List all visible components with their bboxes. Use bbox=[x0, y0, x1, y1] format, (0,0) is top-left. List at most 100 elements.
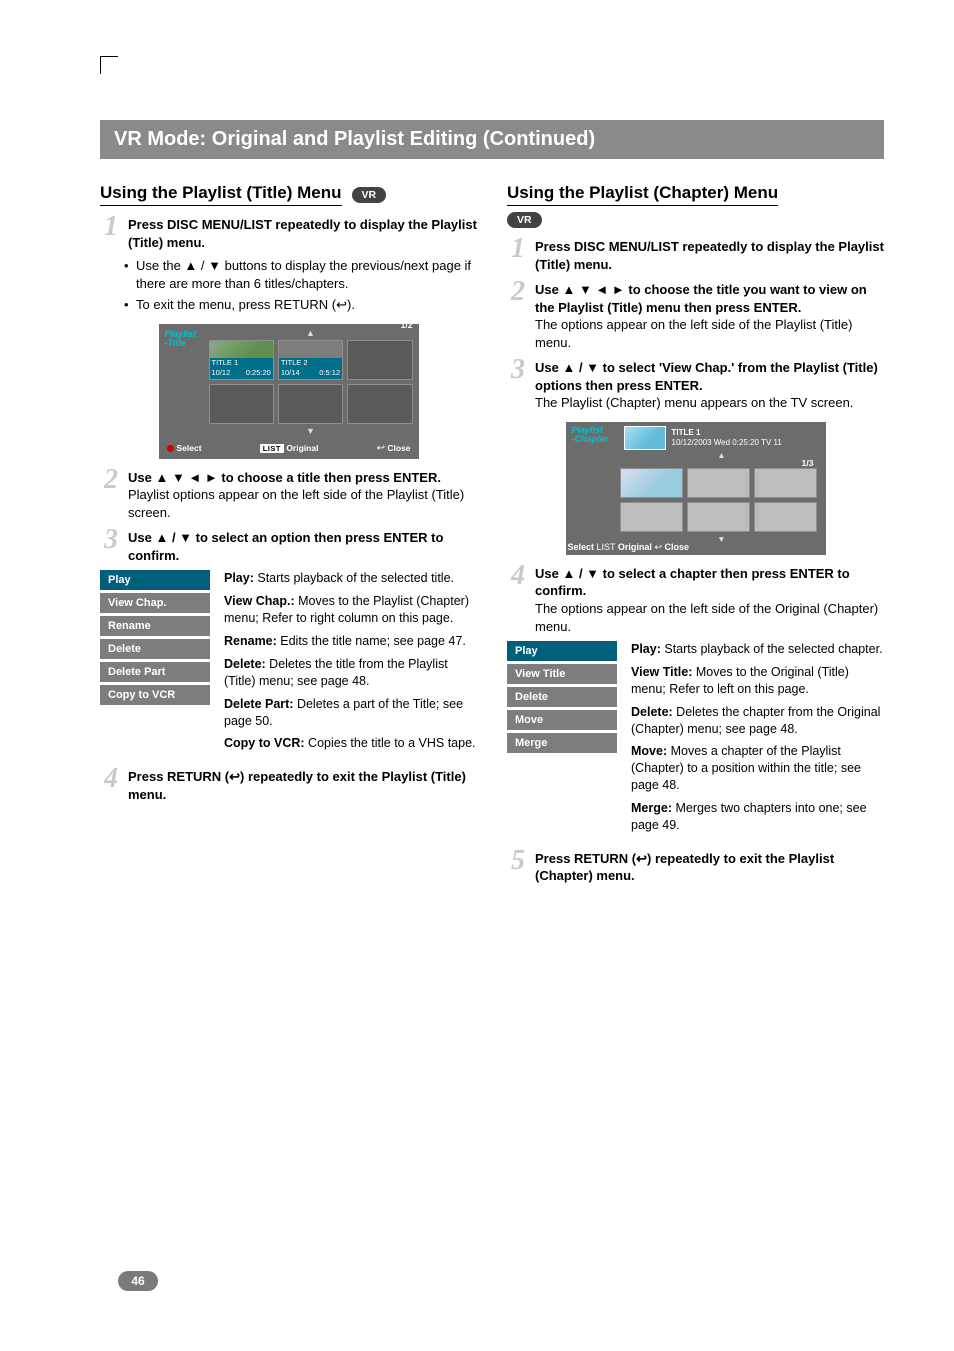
menu-item-delete: Delete bbox=[100, 639, 210, 659]
thumb-meta: 10/12 0:25:20 bbox=[210, 368, 273, 378]
step-4-body: Use ▲ / ▼ to select a chapter then press… bbox=[535, 565, 884, 635]
osd-header: Playlist -Title 1/2 ▲ TITLE 1 bbox=[161, 326, 417, 440]
menu-item-delete-part: Delete Part bbox=[100, 662, 210, 682]
osd2-header-thumb bbox=[624, 426, 666, 450]
step-4-lead: Use ▲ / ▼ to select a chapter then press… bbox=[535, 566, 850, 599]
right-options-row: Play View Title Delete Move Merge Play: … bbox=[507, 641, 884, 840]
menu-item-copy-to-vcr: Copy to VCR bbox=[100, 685, 210, 705]
desc-key: Copy to VCR: bbox=[224, 736, 305, 750]
vr-badge: VR bbox=[352, 187, 387, 203]
step-number-1: 1 bbox=[507, 238, 529, 273]
menu-item-delete: Delete bbox=[507, 687, 617, 707]
menu-item-move: Move bbox=[507, 710, 617, 730]
step-2-text: The options appear on the left side of t… bbox=[535, 317, 852, 350]
step-5-lead: Press RETURN (↩) repeatedly to exit the … bbox=[535, 851, 834, 884]
osd-footer: Select LIST Original ↩ Close bbox=[161, 440, 417, 457]
thumbnail-image bbox=[279, 341, 342, 359]
osd-thumb-1: TITLE 1 10/12 0:25:20 bbox=[209, 340, 274, 380]
desc-key: Play: bbox=[631, 642, 661, 656]
menu-item-view-title: View Title bbox=[507, 664, 617, 684]
osd-thumb-empty bbox=[278, 384, 343, 424]
step-2-lead: Use ▲ ▼ ◄ ► to choose a title then press… bbox=[128, 470, 441, 485]
step-1-body: Press DISC MENU/LIST repeatedly to displ… bbox=[535, 238, 884, 273]
close-label: Close bbox=[387, 443, 410, 453]
scroll-up-icon: ▲ bbox=[209, 330, 413, 336]
step-number-3: 3 bbox=[100, 529, 122, 564]
left-step-2: 2 Use ▲ ▼ ◄ ► to choose a title then pre… bbox=[100, 469, 477, 522]
right-column: Using the Playlist (Chapter) Menu VR 1 P… bbox=[507, 177, 884, 887]
bullet: Use the ▲ / ▼ buttons to display the pre… bbox=[124, 257, 477, 292]
left-step-3: 3 Use ▲ / ▼ to select an option then pre… bbox=[100, 529, 477, 564]
right-step-2: 2 Use ▲ ▼ ◄ ► to choose the title you wa… bbox=[507, 281, 884, 351]
osd2-thumb-empty bbox=[687, 502, 750, 532]
thumb-meta: 10/14 0:5:12 bbox=[279, 368, 342, 378]
osd2-thumb bbox=[620, 468, 683, 498]
thumb-title: TITLE 2 bbox=[281, 359, 308, 367]
desc-key: Rename: bbox=[224, 634, 277, 648]
osd2-label: Playlist -Chapter bbox=[572, 426, 618, 445]
thumb-duration: 0:5:12 bbox=[319, 369, 340, 377]
right-section-title: Using the Playlist (Chapter) Menu bbox=[507, 183, 778, 206]
desc-text: Copies the title to a VHS tape. bbox=[305, 736, 476, 750]
osd2-title-name: TITLE 1 bbox=[672, 428, 782, 438]
step-3-text: The Playlist (Chapter) menu appears on t… bbox=[535, 395, 853, 410]
osd-close-hint: ↩ Close bbox=[377, 443, 411, 454]
osd-thumb-empty bbox=[347, 340, 412, 380]
original-label: Original bbox=[286, 443, 318, 453]
desc-key: Delete: bbox=[224, 657, 266, 671]
osd2-title-meta: 10/12/2003 Wed 0:25:20 TV 11 bbox=[672, 438, 782, 448]
osd-playlist-chapter: Playlist -Chapter TITLE 1 10/12/2003 Wed… bbox=[566, 422, 826, 555]
step-3-body: Use ▲ / ▼ to select 'View Chap.' from th… bbox=[535, 359, 884, 412]
option-menu-right: Play View Title Delete Move Merge bbox=[507, 641, 617, 756]
thumb-caption: TITLE 1 bbox=[210, 358, 273, 368]
scroll-down-icon: ▼ bbox=[209, 428, 413, 434]
step-1-body: Press DISC MENU/LIST repeatedly to displ… bbox=[128, 216, 477, 251]
step-3-lead: Use ▲ / ▼ to select 'View Chap.' from th… bbox=[535, 360, 878, 393]
step-number-4: 4 bbox=[100, 768, 122, 803]
crop-mark bbox=[100, 56, 118, 74]
section-banner: VR Mode: Original and Playlist Editing (… bbox=[100, 120, 884, 159]
step-number-1: 1 bbox=[100, 216, 122, 251]
osd-select-hint: Select bbox=[167, 443, 202, 453]
thumb-date: 10/12 bbox=[212, 369, 231, 377]
desc-key: Play: bbox=[224, 571, 254, 585]
step-number-5: 5 bbox=[507, 850, 529, 885]
thumb-title: TITLE 1 bbox=[212, 359, 239, 367]
step-4-lead: Press RETURN (↩) repeatedly to exit the … bbox=[128, 769, 466, 802]
desc-text: Starts playback of the selected title. bbox=[254, 571, 454, 585]
step-4-body: Press RETURN (↩) repeatedly to exit the … bbox=[128, 768, 477, 803]
thumb-duration: 0:25:20 bbox=[246, 369, 271, 377]
step-2-lead: Use ▲ ▼ ◄ ► to choose the title you want… bbox=[535, 282, 867, 315]
select-label: Select bbox=[177, 443, 202, 453]
desc-entry: Copy to VCR: Copies the title to a VHS t… bbox=[224, 735, 477, 752]
desc-key: View Chap.: bbox=[224, 594, 295, 608]
menu-item-play: Play bbox=[100, 570, 210, 590]
right-heading-row: Using the Playlist (Chapter) Menu VR bbox=[507, 183, 884, 228]
osd-thumb-empty bbox=[347, 384, 412, 424]
osd2-thumb-empty bbox=[620, 502, 683, 532]
select-label: Select bbox=[568, 542, 595, 552]
list-button-icon: LIST bbox=[260, 444, 284, 453]
desc-entry: Merge: Merges two chapters into one; see… bbox=[631, 800, 884, 834]
left-step-1: 1 Press DISC MENU/LIST repeatedly to dis… bbox=[100, 216, 477, 251]
step-5-body: Press RETURN (↩) repeatedly to exit the … bbox=[535, 850, 884, 885]
right-step-1: 1 Press DISC MENU/LIST repeatedly to dis… bbox=[507, 238, 884, 273]
desc-entry: Play: Starts playback of the selected ch… bbox=[631, 641, 884, 658]
left-options-row: Play View Chap. Rename Delete Delete Par… bbox=[100, 570, 477, 758]
step-2-body: Use ▲ ▼ ◄ ► to choose the title you want… bbox=[535, 281, 884, 351]
page: VR Mode: Original and Playlist Editing (… bbox=[0, 0, 954, 1351]
osd-list-hint: LIST Original bbox=[260, 443, 319, 453]
osd-thumb-empty bbox=[209, 384, 274, 424]
thumbnail-image bbox=[210, 341, 273, 359]
step-2-body: Use ▲ ▼ ◄ ► to choose a title then press… bbox=[128, 469, 477, 522]
osd2-close-hint: ↩ Close bbox=[654, 542, 689, 552]
return-icon: ↩ bbox=[377, 443, 385, 454]
osd2-thumb-empty bbox=[687, 468, 750, 498]
bullet: To exit the menu, press RETURN (↩). bbox=[124, 296, 477, 314]
page-number: 46 bbox=[118, 1271, 158, 1291]
step-1-bullets: Use the ▲ / ▼ buttons to display the pre… bbox=[124, 257, 477, 314]
option-menu-left: Play View Chap. Rename Delete Delete Par… bbox=[100, 570, 210, 708]
desc-entry: Delete Part: Deletes a part of the Title… bbox=[224, 696, 477, 730]
step-number-3: 3 bbox=[507, 359, 529, 412]
list-button-icon: LIST bbox=[597, 542, 616, 552]
